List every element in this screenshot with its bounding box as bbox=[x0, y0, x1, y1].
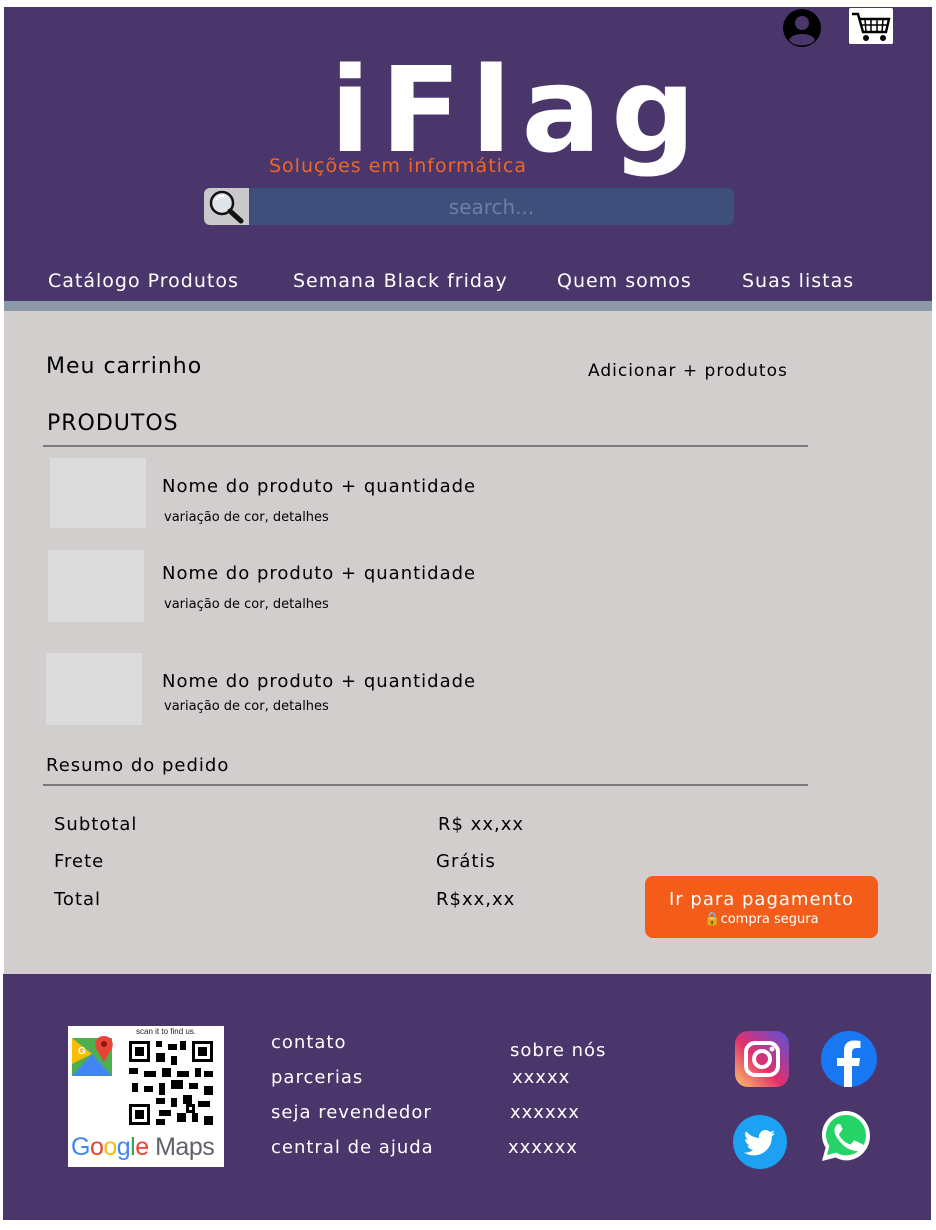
footer-link-sobre-nos[interactable]: sobre nós bbox=[510, 1040, 606, 1061]
qr-scan-text: scan it to find us. bbox=[136, 1027, 197, 1036]
qr-code-icon bbox=[126, 1038, 216, 1128]
products-heading: PRODUTOS bbox=[47, 411, 179, 436]
secure-purchase-note: 🔒compra segura bbox=[645, 912, 878, 927]
checkout-label: Ir para pagamento bbox=[668, 889, 855, 910]
product-thumbnail[interactable] bbox=[48, 550, 144, 622]
magnifier-icon bbox=[209, 190, 244, 224]
footer-link-placeholder-2[interactable]: xxxxxx bbox=[510, 1102, 580, 1123]
order-summary-heading: Resumo do pedido bbox=[46, 755, 230, 776]
whatsapp-icon[interactable] bbox=[819, 1108, 873, 1164]
total-label: Total bbox=[54, 889, 102, 910]
product-name[interactable]: Nome do produto + quantidade bbox=[162, 563, 476, 584]
lock-icon: 🔒 bbox=[704, 912, 721, 927]
product-detail: variação de cor, detalhes bbox=[164, 510, 329, 525]
search-button[interactable] bbox=[204, 188, 249, 225]
shipping-label: Frete bbox=[54, 851, 105, 872]
svg-text:G: G bbox=[78, 1046, 86, 1057]
google-maps-pin-icon: G bbox=[72, 1036, 113, 1076]
shopping-cart-icon[interactable] bbox=[849, 8, 893, 44]
checkout-button[interactable]: Ir para pagamento 🔒compra segura bbox=[645, 876, 878, 938]
secure-purchase-text: compra segura bbox=[720, 912, 819, 927]
footer-link-contato[interactable]: contato bbox=[271, 1032, 346, 1053]
cart-page: Meu carrinho Adicionar + produtos PRODUT… bbox=[4, 311, 932, 974]
add-products-link[interactable]: Adicionar + produtos bbox=[588, 361, 788, 381]
twitter-icon[interactable] bbox=[731, 1114, 789, 1170]
page-title: Meu carrinho bbox=[46, 354, 203, 379]
facebook-icon[interactable] bbox=[820, 1030, 878, 1088]
product-detail: variação de cor, detalhes bbox=[164, 699, 329, 714]
search-bar bbox=[204, 188, 734, 225]
google-maps-qr[interactable]: G scan it to find us. Google Maps bbox=[68, 1026, 224, 1167]
products-divider bbox=[43, 445, 808, 447]
footer-link-central-de-ajuda[interactable]: central de ajuda bbox=[271, 1137, 434, 1158]
nav-quem-somos[interactable]: Quem somos bbox=[557, 270, 692, 292]
nav-suas-listas[interactable]: Suas listas bbox=[742, 270, 854, 292]
site-header: iFlag Soluções em informática Catálogo P… bbox=[4, 7, 932, 311]
site-footer: G scan it to find us. Google Maps contat… bbox=[3, 974, 931, 1220]
site-tagline: Soluções em informática bbox=[269, 155, 528, 177]
nav-catalogo-produtos[interactable]: Catálogo Produtos bbox=[48, 270, 239, 292]
footer-link-seja-revendedor[interactable]: seja revendedor bbox=[271, 1102, 432, 1123]
product-thumbnail[interactable] bbox=[46, 653, 142, 725]
subtotal-label: Subtotal bbox=[54, 814, 138, 835]
footer-link-parcerias[interactable]: parcerias bbox=[271, 1067, 363, 1088]
user-circle-icon[interactable] bbox=[782, 8, 822, 48]
subtotal-value: R$ xx,xx bbox=[438, 814, 525, 835]
product-name[interactable]: Nome do produto + quantidade bbox=[162, 671, 476, 692]
instagram-icon[interactable] bbox=[734, 1030, 790, 1088]
shipping-value: Grátis bbox=[436, 851, 496, 872]
search-input[interactable] bbox=[249, 188, 734, 225]
footer-link-placeholder-3[interactable]: xxxxxx bbox=[508, 1137, 578, 1158]
total-value: R$xx,xx bbox=[436, 889, 516, 910]
product-thumbnail[interactable] bbox=[50, 458, 146, 528]
google-maps-brand: Google Maps bbox=[71, 1133, 215, 1161]
nav-semana-black-friday[interactable]: Semana Black friday bbox=[293, 270, 508, 292]
summary-divider bbox=[43, 784, 808, 786]
product-detail: variação de cor, detalhes bbox=[164, 597, 329, 612]
product-name[interactable]: Nome do produto + quantidade bbox=[162, 476, 476, 497]
footer-link-placeholder-1[interactable]: xxxxx bbox=[512, 1067, 570, 1088]
